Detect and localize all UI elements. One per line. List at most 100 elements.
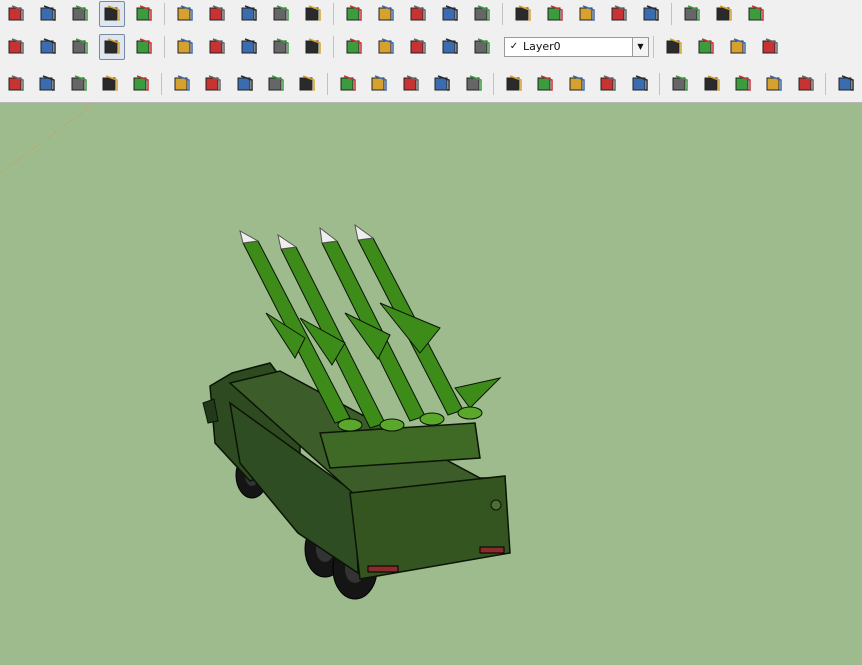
missile-exhaust (457, 406, 483, 420)
grid-icon[interactable] (129, 71, 154, 97)
pan-hand-icon[interactable] (131, 34, 157, 60)
helix-icon[interactable] (429, 71, 454, 97)
toolbar-separator (502, 3, 503, 25)
section-plane-icon[interactable] (469, 1, 495, 27)
rear-panel (349, 475, 511, 580)
viewport-canvas[interactable] (0, 102, 862, 661)
zoom-extents-icon[interactable] (204, 34, 230, 60)
warehouse-get-icon[interactable] (236, 34, 262, 60)
columns-2-icon[interactable] (667, 71, 692, 97)
red-up-icon[interactable] (341, 1, 367, 27)
cube-outline-icon[interactable] (3, 1, 29, 27)
paint-icon[interactable] (67, 34, 93, 60)
blue-cube-2-icon[interactable] (542, 1, 568, 27)
toolbar-separator (164, 3, 165, 25)
textured-box-icon[interactable] (172, 1, 198, 27)
missile-exhaust (419, 412, 445, 426)
diagonal-icon[interactable] (295, 71, 320, 97)
toolbar-separator (825, 73, 827, 95)
cubes-4-icon[interactable] (711, 1, 737, 27)
branch-icon[interactable] (398, 71, 423, 97)
cubes-3-icon[interactable] (679, 1, 705, 27)
export-icon[interactable] (300, 34, 326, 60)
steps-2-icon[interactable] (367, 71, 392, 97)
chevron-down-icon[interactable]: ▼ (632, 37, 648, 56)
cubes-5-icon[interactable] (743, 1, 769, 27)
eraser-icon[interactable] (236, 1, 262, 27)
layers-vertical-icon[interactable] (469, 34, 495, 60)
text-icon[interactable] (35, 34, 61, 60)
paint-bucket-icon[interactable] (405, 1, 431, 27)
scene-icon[interactable] (757, 34, 783, 60)
toolbar-separator (653, 35, 654, 58)
cube-wire-icon[interactable] (833, 71, 858, 97)
layer-name: Layer0 (523, 40, 561, 53)
cubes-2-icon[interactable] (638, 1, 664, 27)
cubes-icon[interactable] (606, 1, 632, 27)
vehicle-model[interactable] (202, 223, 511, 600)
stairs-3d-2-icon[interactable] (730, 71, 755, 97)
face-icon[interactable] (35, 1, 61, 27)
hatch-3-icon[interactable] (596, 71, 621, 97)
stair-icon[interactable] (34, 71, 59, 97)
slats-icon[interactable] (762, 71, 787, 97)
toolbar-separator (493, 73, 495, 95)
layer-dropdown[interactable]: ✓ Layer0 ▼ (504, 36, 649, 57)
toolbar-separator (333, 3, 334, 25)
toolbar-row-2: ✓ Layer0 ▼ (0, 30, 862, 63)
curve-icon[interactable] (201, 71, 226, 97)
rear-knob (490, 499, 502, 511)
shaded-box-icon[interactable] (99, 1, 125, 27)
ruby-icon[interactable] (341, 34, 367, 60)
layers-up-icon[interactable] (437, 34, 463, 60)
toolbar-row-1 (0, 0, 862, 28)
logo-icon[interactable] (661, 34, 687, 60)
rear-light (367, 565, 399, 573)
gray-lamp-icon[interactable] (373, 1, 399, 27)
toolbar-separator (333, 35, 334, 58)
layer-visible-check: ✓ (509, 41, 519, 52)
stop-icon[interactable] (725, 34, 751, 60)
striped-box-icon[interactable] (131, 1, 157, 27)
corner-icon[interactable] (501, 71, 526, 97)
blue-cube-icon[interactable] (510, 1, 536, 27)
map-icon[interactable] (204, 1, 230, 27)
model-viewport[interactable] (0, 102, 862, 661)
toolbar-separator (327, 73, 329, 95)
down-arrow-icon[interactable] (268, 1, 294, 27)
compass-icon[interactable] (437, 1, 463, 27)
hatch-icon[interactable] (461, 71, 486, 97)
pencil-icon[interactable] (3, 34, 29, 60)
missile-exhaust (379, 418, 405, 432)
warehouse-share-icon[interactable] (268, 34, 294, 60)
arc-icon[interactable] (3, 71, 28, 97)
toolbar-separator (161, 73, 163, 95)
group-icon[interactable] (574, 1, 600, 27)
stairs-3d-icon[interactable] (699, 71, 724, 97)
louver-icon[interactable] (793, 71, 818, 97)
hand-cage-icon[interactable] (169, 71, 194, 97)
red-push-icon[interactable] (300, 1, 326, 27)
chair-icon[interactable] (533, 71, 558, 97)
triangle-icon[interactable] (66, 71, 91, 97)
columns-icon[interactable] (97, 71, 122, 97)
toolbars: ✓ Layer0 ▼ (0, 0, 862, 103)
push-up-icon[interactable] (405, 34, 431, 60)
steps-icon[interactable] (335, 71, 360, 97)
zoom-icon[interactable] (172, 34, 198, 60)
toolbar-separator (671, 3, 672, 25)
axis-line (0, 102, 96, 174)
play-icon[interactable] (693, 34, 719, 60)
user-icon[interactable] (373, 34, 399, 60)
rear-light (479, 546, 505, 554)
toolbar-row-3 (0, 66, 862, 102)
box-icon[interactable] (67, 1, 93, 27)
missile-exhaust (337, 418, 363, 432)
orbit-icon[interactable] (99, 33, 125, 60)
toolbar-separator (164, 35, 165, 58)
arrow-cone-icon[interactable] (232, 71, 257, 97)
layers-icon[interactable] (627, 71, 652, 97)
stack-icon[interactable] (263, 71, 288, 97)
toolbar-separator (659, 73, 661, 95)
hatch-2-icon[interactable] (564, 71, 589, 97)
